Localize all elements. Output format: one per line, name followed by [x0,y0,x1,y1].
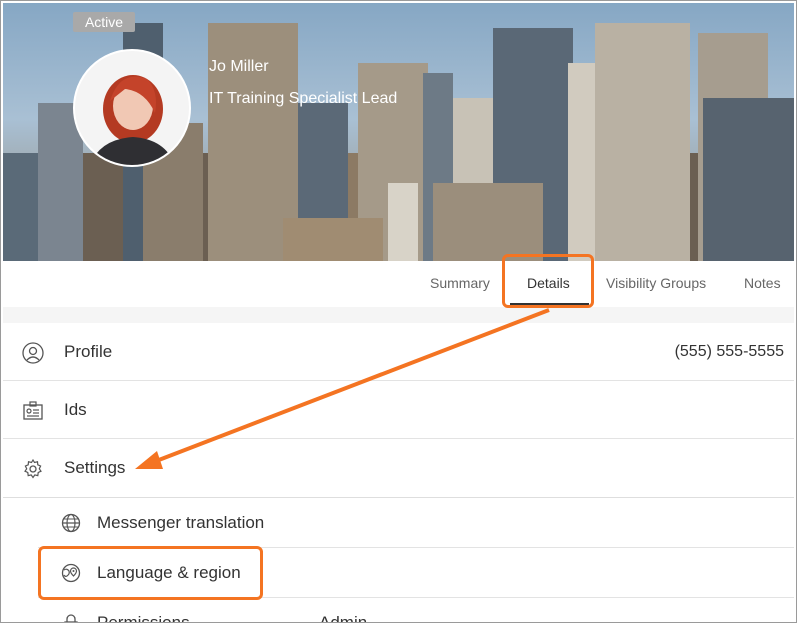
messenger-translation-label: Messenger translation [97,513,265,532]
details-tab-highlight [502,254,594,308]
section-ids[interactable]: Ids [3,381,794,439]
id-card-icon [23,401,43,420]
permissions-label: Permissions [97,613,190,623]
status-badge: Active [73,12,135,32]
avatar[interactable] [73,49,191,167]
lock-icon [64,614,78,622]
permissions-value: Admin [319,613,368,623]
tab-visibility-groups[interactable]: Visibility Groups [606,261,706,307]
tab-bar: Summary Details Visibility Groups Notes [3,261,794,308]
globe-icon [61,513,81,533]
app-window: Active Jo Miller IT Training Specialist … [0,0,797,623]
tab-notes[interactable]: Notes [744,261,781,307]
user-title: IT Training Specialist Lead [209,90,398,107]
user-name: Jo Miller [209,58,269,75]
tab-summary[interactable]: Summary [430,261,490,307]
gear-icon [24,458,42,479]
person-circle-icon [22,342,44,364]
phone-number: (555) 555-5555 [674,343,784,360]
settings-item-permissions[interactable]: Permissions Admin [3,598,794,623]
section-profile-label: Profile [64,342,113,361]
profile-banner: Active Jo Miller IT Training Specialist … [3,3,794,261]
section-spacer [3,307,794,323]
section-settings[interactable]: Settings [3,439,794,496]
person-photo [75,51,189,165]
language-region-highlight [38,546,263,600]
section-ids-label: Ids [64,400,87,419]
settings-item-messenger-translation[interactable]: Messenger translation [3,498,794,548]
section-profile[interactable]: Profile (555) 555-5555 [3,323,794,381]
section-settings-label: Settings [64,458,126,477]
